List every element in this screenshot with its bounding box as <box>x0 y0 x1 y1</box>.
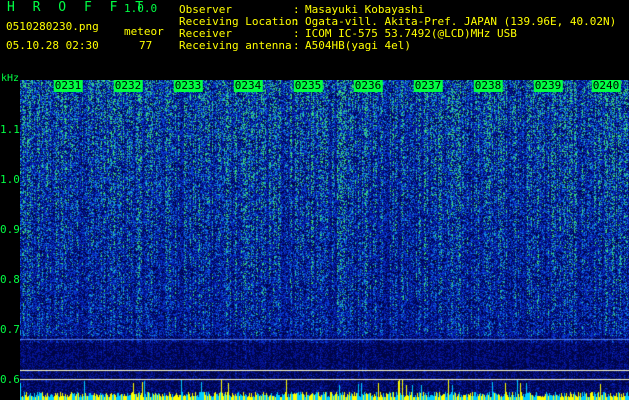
x-tick-label: 0237 <box>413 79 443 92</box>
x-tick-label: 0238 <box>473 79 503 92</box>
antenna-label: Receiving antenna <box>179 39 292 52</box>
antenna-value: A504HB(yagi 4el) <box>305 39 411 52</box>
x-tick-label: 0239 <box>533 79 563 92</box>
y-axis-unit: kHz <box>1 73 20 84</box>
meteor-count: 77 <box>139 39 153 52</box>
x-tick-label: 0233 <box>173 79 203 92</box>
colon: : <box>293 39 300 52</box>
x-tick-label: 0232 <box>113 79 143 92</box>
x-tick-label: 0236 <box>353 79 383 92</box>
spectrogram-canvas <box>20 80 629 400</box>
x-tick-label: 0235 <box>293 79 323 92</box>
file-name: 0510280230.png <box>6 20 99 33</box>
x-tick-label: 0234 <box>233 79 263 92</box>
y-tick-label: 0.8 <box>0 273 20 286</box>
x-tick-label: 0240 <box>591 79 621 92</box>
y-tick-label: 1.1 <box>0 123 20 136</box>
x-tick-label: 0231 <box>53 79 83 92</box>
y-tick-label: 0.9 <box>0 223 20 236</box>
datetime: 05.10.28 02:30 <box>6 39 99 52</box>
y-tick-label: 1.0 <box>0 173 20 186</box>
mode-label: meteor <box>124 25 164 38</box>
y-tick-label: 0.7 <box>0 323 20 336</box>
y-tick-label: 0.6 <box>0 373 20 386</box>
app-version: 1.0.0 <box>124 2 158 15</box>
